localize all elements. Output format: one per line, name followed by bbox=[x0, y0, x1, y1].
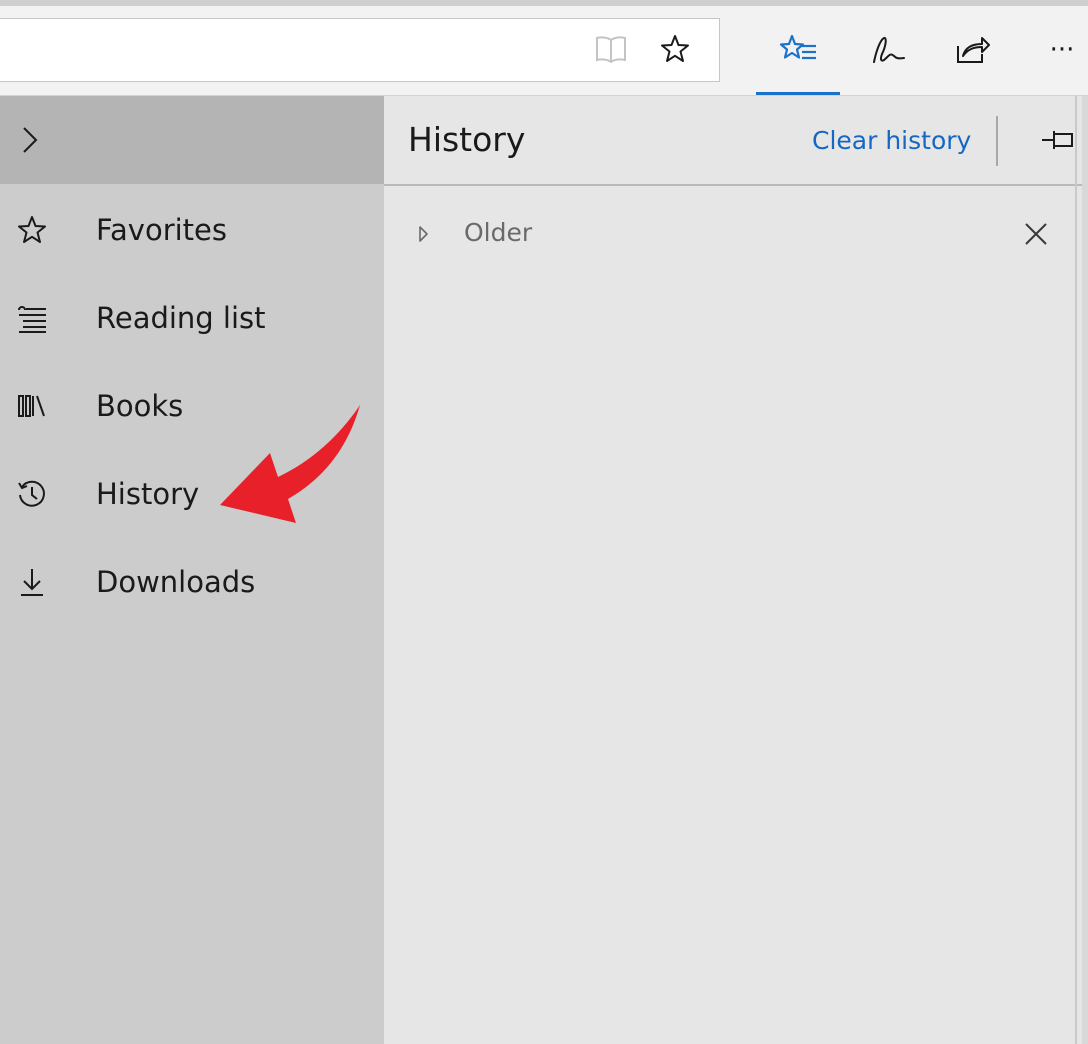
history-icon bbox=[14, 476, 50, 512]
sidebar-item-history[interactable]: History bbox=[0, 450, 384, 538]
hub-icon[interactable] bbox=[776, 30, 820, 70]
history-group-label: Older bbox=[464, 218, 533, 247]
hub-active-indicator bbox=[756, 92, 840, 95]
history-group-older[interactable]: Older bbox=[384, 212, 1082, 256]
sidebar-item-favorites[interactable]: Favorites bbox=[0, 186, 384, 274]
share-icon[interactable] bbox=[950, 30, 994, 70]
download-icon bbox=[14, 564, 50, 600]
reading-list-icon bbox=[14, 300, 50, 336]
history-panel: History Clear history Older bbox=[384, 96, 1082, 1044]
close-icon[interactable] bbox=[1022, 220, 1050, 248]
sidebar-item-label: Favorites bbox=[96, 213, 227, 247]
reading-view-icon[interactable] bbox=[593, 31, 629, 67]
page-title: History bbox=[408, 120, 526, 159]
address-bar[interactable] bbox=[0, 18, 720, 82]
sidebar-item-downloads[interactable]: Downloads bbox=[0, 538, 384, 626]
pin-icon[interactable] bbox=[1038, 122, 1078, 158]
web-note-icon[interactable] bbox=[866, 30, 910, 70]
sidebar-item-books[interactable]: Books bbox=[0, 362, 384, 450]
browser-toolbar: ··· bbox=[0, 6, 1088, 96]
more-icon[interactable]: ··· bbox=[1040, 30, 1084, 70]
star-icon bbox=[14, 212, 50, 248]
sidebar-item-reading-list[interactable]: Reading list bbox=[0, 274, 384, 362]
panel-border bbox=[1075, 96, 1077, 1044]
sidebar-item-label: Downloads bbox=[96, 565, 256, 599]
sidebar-header bbox=[0, 96, 384, 184]
caret-right-icon[interactable] bbox=[414, 222, 434, 246]
favorite-star-icon[interactable] bbox=[657, 31, 693, 67]
sidebar-item-label: Books bbox=[96, 389, 184, 423]
panel-header: History Clear history bbox=[384, 96, 1082, 186]
window-right-edge bbox=[1082, 96, 1088, 1044]
books-icon bbox=[14, 388, 50, 424]
sidebar-item-label: Reading list bbox=[96, 301, 266, 335]
chevron-right-icon[interactable] bbox=[12, 122, 48, 158]
header-divider bbox=[996, 116, 998, 166]
clear-history-link[interactable]: Clear history bbox=[812, 126, 971, 155]
hub-sidebar: Favorites Reading list Books History Dow… bbox=[0, 96, 384, 1044]
sidebar-item-label: History bbox=[96, 477, 200, 511]
